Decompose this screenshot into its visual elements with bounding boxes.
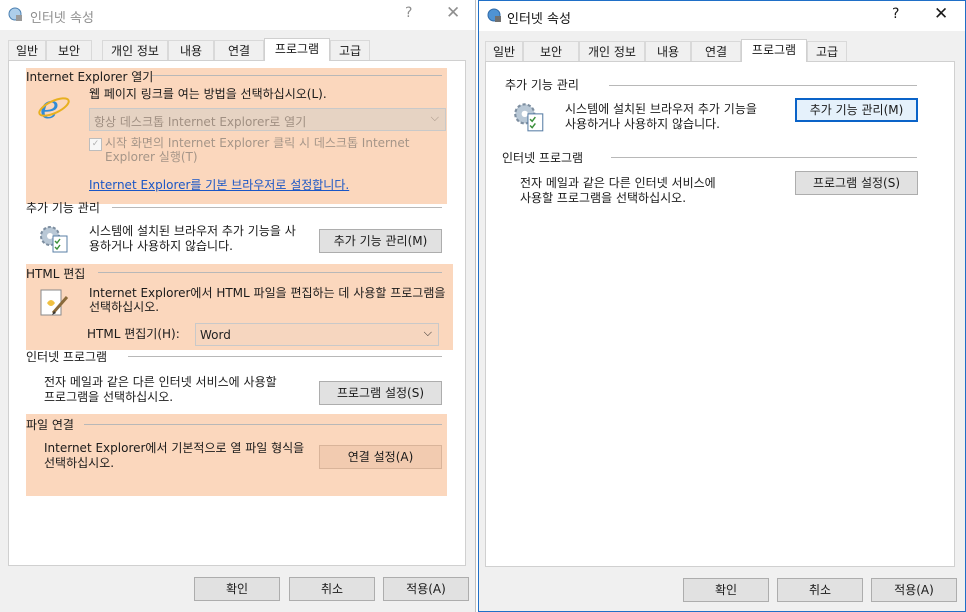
section-heading-assoc: 파일 연결 — [26, 418, 74, 432]
ok-button[interactable]: 확인 — [194, 577, 280, 601]
tab-security[interactable]: 보안 — [523, 41, 579, 61]
checkbox-label: 시작 화면의 Internet Explorer 클릭 시 데스크톱 Inter… — [105, 136, 410, 150]
cancel-button[interactable]: 취소 — [289, 577, 375, 601]
select-value: 항상 데스크톱 Internet Explorer로 열기 — [94, 115, 307, 129]
assoc-description-line2: 선택하십시오. — [44, 456, 115, 470]
set-programs-button[interactable]: 프로그램 설정(S) — [795, 171, 918, 195]
close-button[interactable]: ✕ — [446, 3, 460, 23]
manage-addons-button[interactable]: 추가 기능 관리(M) — [319, 229, 442, 253]
checkbox-icon[interactable]: ✓ — [89, 138, 102, 151]
help-button[interactable]: ? — [405, 5, 412, 21]
window-title: 인터넷 속성 — [507, 12, 571, 27]
tab-general[interactable]: 일반 — [8, 40, 46, 60]
window-title: 인터넷 속성 — [30, 11, 94, 26]
html-description: Internet Explorer에서 HTML 파일을 편집하는 데 사용할 … — [89, 286, 446, 300]
tab-advanced[interactable]: 고급 — [330, 40, 370, 60]
programs-description-line2: 사용할 프로그램을 선택하십시오. — [520, 191, 687, 205]
programs-description-line2: 프로그램을 선택하십시오. — [44, 390, 174, 404]
cancel-button[interactable]: 취소 — [777, 578, 863, 602]
right-dialog: 인터넷 속성 ? ✕ 일반 보안 개인 정보 내용 연결 프로그램 고급 추가 … — [478, 0, 966, 612]
addons-description-line2: 사용하거나 사용하지 않습니다. — [565, 117, 720, 131]
programs-panel — [485, 61, 955, 567]
section-heading-programs: 인터넷 프로그램 — [26, 350, 108, 364]
internet-explorer-icon: e — [37, 89, 71, 123]
set-default-browser-link[interactable]: Internet Explorer를 기본 브라우저로 설정합니다. — [89, 176, 349, 193]
addons-gear-icon — [37, 222, 71, 254]
tab-privacy[interactable]: 개인 정보 — [579, 41, 645, 61]
programs-description: 전자 메일과 같은 다른 인터넷 서비스에 사용할 — [44, 375, 277, 389]
programs-description: 전자 메일과 같은 다른 인터넷 서비스에 — [520, 176, 716, 190]
divider — [84, 424, 442, 425]
section-heading-addons: 추가 기능 관리 — [26, 201, 100, 215]
tab-connections[interactable]: 연결 — [214, 40, 264, 60]
divider — [128, 356, 442, 357]
ie-open-mode-select[interactable]: 항상 데스크톱 Internet Explorer로 열기 ⌵ — [89, 108, 446, 131]
tab-strip: 일반 보안 개인 정보 내용 연결 프로그램 고급 — [8, 38, 467, 61]
tab-privacy[interactable]: 개인 정보 — [102, 40, 168, 60]
manage-addons-button[interactable]: 추가 기능 관리(M) — [795, 98, 918, 122]
ok-button[interactable]: 확인 — [683, 578, 769, 602]
tab-programs[interactable]: 프로그램 — [741, 39, 807, 62]
apply-button[interactable]: 적용(A) — [871, 578, 957, 602]
globe-settings-icon — [8, 7, 23, 22]
section-heading-ie: Internet Explorer 열기 — [26, 70, 154, 84]
html-description-line2: 선택하십시오. — [89, 300, 160, 314]
set-associations-button[interactable]: 연결 설정(A) — [319, 445, 442, 469]
chevron-down-icon: ⌵ — [423, 326, 432, 339]
divider — [152, 75, 442, 76]
divider — [611, 157, 917, 158]
section-heading-addons: 추가 기능 관리 — [505, 78, 579, 92]
divider — [609, 85, 917, 86]
select-value: Word — [200, 328, 231, 342]
checkbox-label-line2: Explorer 실행(T) — [105, 150, 198, 164]
addons-description: 시스템에 설치된 브라우저 추가 기능을 사 — [89, 224, 296, 238]
addons-description-line2: 용하거나 사용하지 않습니다. — [89, 239, 233, 253]
help-button[interactable]: ? — [892, 6, 899, 22]
globe-settings-icon — [487, 8, 502, 23]
tab-advanced[interactable]: 고급 — [807, 41, 847, 61]
chevron-down-icon: ⌵ — [430, 111, 439, 124]
tab-connections[interactable]: 연결 — [691, 41, 741, 61]
assoc-description: Internet Explorer에서 기본적으로 열 파일 형식을 — [44, 441, 305, 455]
tab-content[interactable]: 내용 — [645, 41, 691, 61]
title-bar: 인터넷 속성 ? ✕ — [0, 0, 475, 30]
apply-button[interactable]: 적용(A) — [383, 577, 469, 601]
divider — [112, 207, 442, 208]
tab-content[interactable]: 내용 — [168, 40, 214, 60]
ie-description: 웹 페이지 링크를 여는 방법을 선택하십시오(L). — [89, 87, 327, 101]
html-editor-label: HTML 편집기(H): — [87, 327, 180, 341]
section-heading-html: HTML 편집 — [26, 267, 86, 281]
tab-security[interactable]: 보안 — [46, 40, 92, 60]
section-heading-programs: 인터넷 프로그램 — [502, 151, 584, 165]
tab-programs[interactable]: 프로그램 — [264, 38, 330, 61]
title-bar: 인터넷 속성 ? ✕ — [479, 1, 965, 31]
addons-gear-icon — [511, 99, 547, 133]
left-dialog: 인터넷 속성 ? ✕ 일반 보안 개인 정보 내용 연결 프로그램 고급 Int… — [0, 0, 476, 612]
addons-description: 시스템에 설치된 브라우저 추가 기능을 — [565, 102, 757, 116]
close-button[interactable]: ✕ — [934, 4, 948, 24]
divider — [98, 272, 442, 273]
html-editor-select[interactable]: Word ⌵ — [195, 323, 439, 346]
html-editor-icon — [37, 287, 71, 319]
tab-general[interactable]: 일반 — [485, 41, 523, 61]
tab-strip: 일반 보안 개인 정보 내용 연결 프로그램 고급 — [485, 39, 957, 62]
set-programs-button[interactable]: 프로그램 설정(S) — [319, 381, 442, 405]
